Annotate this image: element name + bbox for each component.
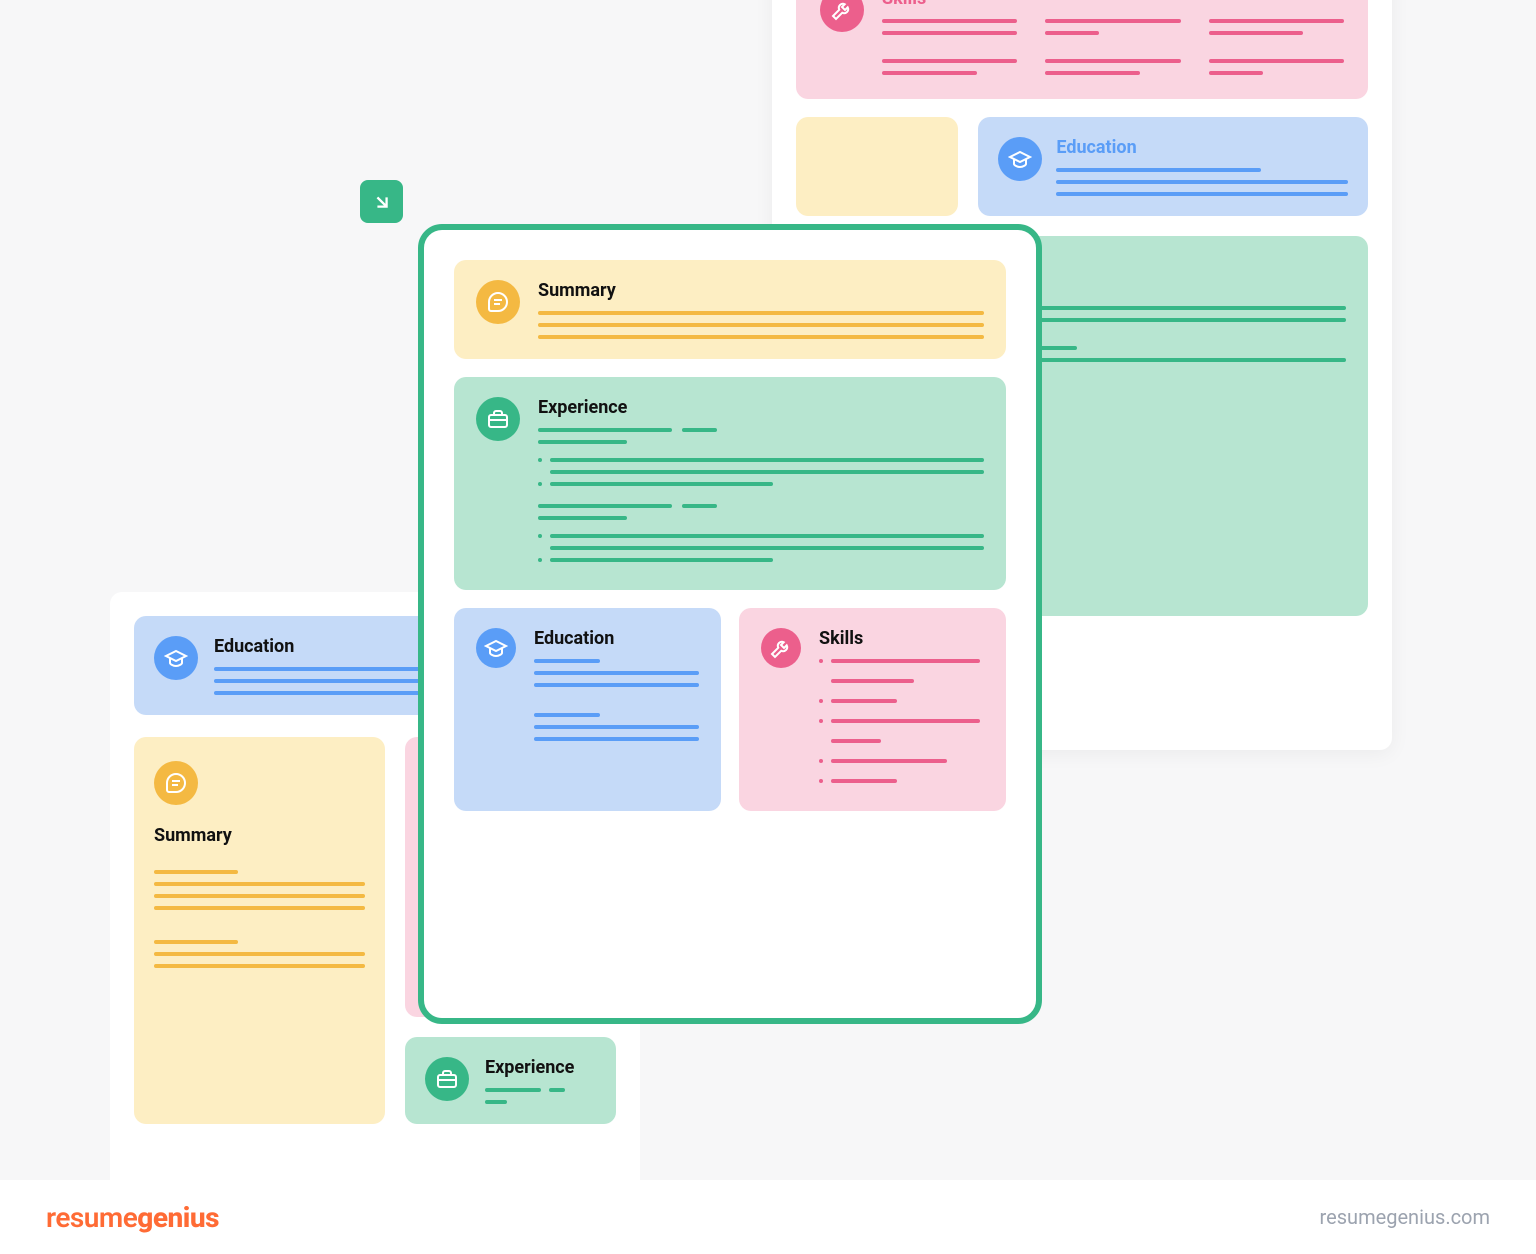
footer: resumegenius resumegenius.com	[0, 1180, 1536, 1254]
footer-url: resumegenius.com	[1320, 1205, 1490, 1229]
skills-section: Skills	[796, 0, 1368, 99]
education-section[interactable]: Education	[454, 608, 721, 811]
wrench-icon	[761, 628, 801, 668]
briefcase-icon	[476, 397, 520, 441]
template-main-active[interactable]: Summary Experience	[418, 224, 1042, 1024]
summary-section: Summary	[134, 737, 385, 1124]
section-title: Skills	[882, 0, 1344, 9]
briefcase-icon	[425, 1057, 469, 1101]
skills-section[interactable]: Skills	[739, 608, 1006, 811]
doc-icon	[154, 761, 198, 805]
drag-handle[interactable]	[360, 180, 403, 223]
section-title: Skills	[819, 628, 984, 649]
experience-section: Experience	[405, 1037, 616, 1124]
section-title: Education	[534, 628, 699, 649]
doc-icon	[476, 280, 520, 324]
section-title: Experience	[485, 1057, 596, 1078]
graduation-cap-icon	[476, 628, 516, 668]
summary-section[interactable]: Summary	[454, 260, 1006, 359]
section-title: Experience	[538, 397, 984, 418]
graduation-cap-icon	[154, 636, 198, 680]
arrow-down-right-icon	[371, 191, 393, 213]
section-title: Education	[1056, 137, 1348, 158]
section-title: Summary	[538, 280, 984, 301]
wrench-icon	[820, 0, 864, 32]
education-section: Education	[978, 117, 1368, 216]
graduation-cap-icon	[998, 137, 1042, 181]
brand-logo: resumegenius	[46, 1201, 219, 1234]
summary-peek	[796, 117, 958, 216]
experience-section[interactable]: Experience	[454, 377, 1006, 590]
section-title: Summary	[154, 825, 365, 846]
